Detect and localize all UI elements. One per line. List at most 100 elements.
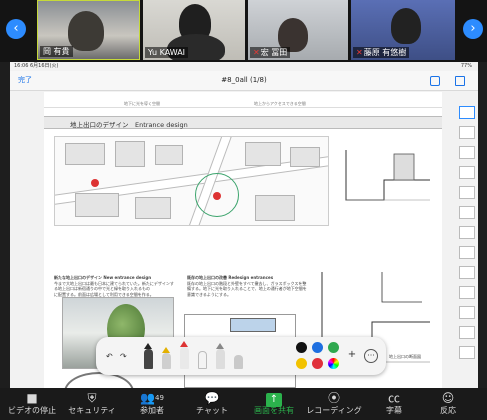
participant-video (391, 8, 421, 44)
description-mid: 既存の地上出口の改善 Redesign entrances 既存の地上出口の階段… (187, 275, 307, 297)
share-screen-icon: ↑ (244, 390, 304, 407)
participant-tile[interactable]: ✕宏 冨田 (248, 0, 348, 60)
button-label: チャット (196, 406, 228, 415)
section-drawing (345, 150, 430, 201)
color-swatch-yellow[interactable] (296, 358, 307, 369)
stop-video-button[interactable]: ■ ビデオの停止 (2, 390, 62, 416)
site-map (54, 136, 329, 226)
page-thumbnail[interactable] (459, 166, 475, 179)
markup-palette: ↶ ↷ + ··· (96, 337, 386, 375)
right-caption: 地上出口の断面図 (389, 354, 421, 359)
exit-marker (91, 179, 99, 187)
zoom-meeting-window: ‹ 岡 有貴 Yu KAWAI ✕宏 冨田 ✕藤原 有悠樹 › 16:06 6月… (0, 0, 487, 420)
reactions-button[interactable]: ☺ 反応 (418, 390, 478, 416)
participant-strip: ‹ 岡 有貴 Yu KAWAI ✕宏 冨田 ✕藤原 有悠樹 › (0, 0, 487, 62)
redo-icon[interactable]: ↷ (120, 352, 127, 361)
page-thumbnail[interactable] (459, 146, 475, 159)
map-building (290, 147, 320, 167)
button-label: 画面を共有 (254, 406, 294, 415)
color-swatch-blue[interactable] (312, 342, 323, 353)
shield-icon: ⛨ (87, 391, 97, 405)
description-body: 意識できるようにする。 (187, 291, 231, 297)
page-thumbnail[interactable] (459, 106, 475, 119)
chat-icon: 💬 (204, 391, 220, 405)
add-tool-icon[interactable]: + (346, 350, 358, 362)
description-body: 既存の地上出口の階段と外壁をすべて撤去し、ガラスボックスを整備する。地下に光を取… (187, 280, 307, 292)
button-label: ビデオの停止 (8, 406, 56, 415)
prev-page-arrow-icon[interactable]: ‹ (6, 19, 26, 39)
figure-caption: 地上からアクセスできる空間 (254, 101, 306, 106)
page-thumbnail[interactable] (459, 206, 475, 219)
document-toolbar: 完了 #8_0all (1/8) (10, 71, 478, 91)
ruler-tool-icon[interactable] (234, 355, 243, 369)
map-building (75, 193, 119, 217)
video-camera-icon: ■ (26, 391, 38, 405)
ipad-status-bar: 16:06 6月16日(火) 77% (10, 62, 478, 71)
shared-screen: 16:06 6月16日(火) 77% 完了 #8_0all (1/8) 地下に光… (10, 62, 478, 388)
record-button[interactable]: ⦿ レコーディング (304, 390, 364, 416)
participant-tile[interactable]: Yu KAWAI (143, 0, 245, 60)
page-thumbnail[interactable] (459, 126, 475, 139)
button-label: 参加者 (140, 406, 164, 415)
exit-marker (213, 192, 221, 200)
page-thumbnail[interactable] (459, 286, 475, 299)
mic-muted-icon: ✕ (356, 48, 363, 57)
battery-level: 77% (460, 63, 472, 69)
button-label: レコーディング (306, 406, 362, 415)
page-thumbnail[interactable] (459, 186, 475, 199)
page-thumbnail[interactable] (459, 346, 475, 359)
participant-video (68, 11, 104, 51)
captions-button[interactable]: ㏄ 字幕 (364, 390, 424, 416)
page-thumbnail[interactable] (459, 246, 475, 259)
participant-tile[interactable]: ✕藤原 有悠樹 (351, 0, 455, 60)
participant-name: Yu KAWAI (145, 47, 189, 58)
next-page-arrow-icon[interactable]: › (463, 19, 483, 39)
page-thumbnails (458, 94, 476, 388)
description-body: 今まで大地上出口は最も日本に建てられていた。新たにデザインする地上出口は新宿通り… (54, 280, 174, 292)
pencil-tool-icon[interactable] (180, 341, 189, 369)
participant-count: 49 (155, 394, 164, 402)
participant-tile[interactable]: 岡 有貴 (37, 0, 140, 60)
highlighter-tool-icon[interactable] (162, 347, 171, 369)
undo-icon[interactable]: ↶ (106, 352, 113, 361)
button-label: 字幕 (386, 406, 402, 415)
participant-name: 岡 有貴 (40, 46, 73, 57)
color-swatch-green[interactable] (328, 342, 339, 353)
color-swatch-black[interactable] (296, 342, 307, 353)
section-title: 地上出口のデザイン Entrance design (70, 121, 188, 129)
button-label: セキュリティ (68, 406, 116, 415)
zoom-toolbar: ■ ビデオの停止 ⛨ セキュリティ 👥49 参加者 💬 チャット ↑ 画面を共有… (0, 388, 487, 420)
security-button[interactable]: ⛨ セキュリティ (62, 390, 122, 416)
page-thumbnail[interactable] (459, 266, 475, 279)
map-building (115, 141, 145, 167)
reaction-icon: ☺ (441, 391, 455, 405)
share-icon[interactable] (455, 76, 465, 86)
color-swatch-red[interactable] (312, 358, 323, 369)
color-picker-icon[interactable] (328, 358, 339, 369)
eraser-tool-icon[interactable] (198, 351, 207, 369)
lasso-tool-icon[interactable] (216, 343, 225, 369)
section-header: 地上出口のデザイン Entrance design (44, 116, 442, 129)
share-screen-button[interactable]: ↑ 画面を共有 (244, 390, 304, 416)
status-time: 16:06 6月16日(火) (14, 63, 59, 69)
markup-icon[interactable] (430, 76, 440, 86)
participant-name: ✕宏 冨田 (250, 47, 291, 58)
description-left: 新たな地上出口のデザイン New entrance design 今まで大地上出… (54, 275, 174, 297)
map-building (155, 145, 183, 165)
figure-caption: 地下に光を導く空間 (124, 101, 160, 106)
participants-icon: 👥49 (140, 391, 164, 405)
map-building (245, 142, 281, 166)
glass-box-section (230, 318, 276, 332)
cc-icon: ㏄ (387, 391, 400, 405)
record-icon: ⦿ (327, 391, 340, 405)
page-thumbnail[interactable] (459, 226, 475, 239)
page-thumbnail[interactable] (459, 326, 475, 339)
mic-muted-icon: ✕ (253, 48, 260, 57)
chat-button[interactable]: 💬 チャット (182, 390, 242, 416)
more-options-icon[interactable]: ··· (364, 349, 378, 363)
button-label: 反応 (440, 406, 456, 415)
page-thumbnail[interactable] (459, 306, 475, 319)
participants-button[interactable]: 👥49 参加者 (122, 390, 182, 416)
pen-tool-icon[interactable] (144, 343, 153, 369)
participant-name: ✕藤原 有悠樹 (353, 47, 410, 58)
